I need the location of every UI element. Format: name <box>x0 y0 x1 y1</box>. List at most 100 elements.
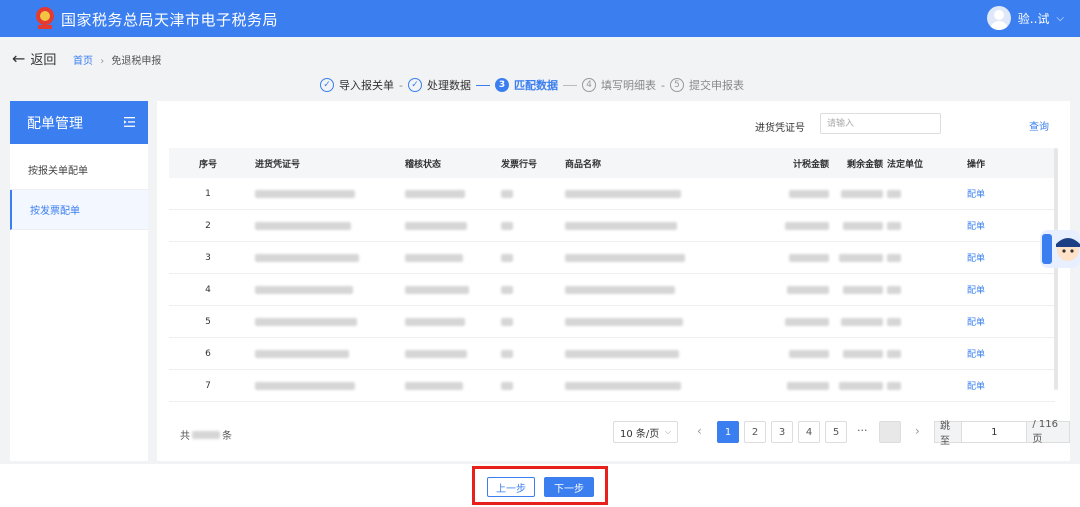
row-invoice-line <box>501 381 565 390</box>
page-1-button[interactable]: 1 <box>717 421 739 443</box>
breadcrumb-home[interactable]: 首页 <box>73 56 93 67</box>
menu-collapse-icon[interactable] <box>124 117 135 127</box>
voucher-search-input[interactable] <box>820 113 941 134</box>
page-5-button[interactable]: 5 <box>825 421 847 443</box>
table-header: 序号 进货凭证号 稽核状态 发票行号 商品名称 计税金额 剩余金额 法定单位 操… <box>169 148 1055 178</box>
row-status <box>405 189 501 198</box>
row-tax-amount <box>751 253 837 262</box>
jump-page-input[interactable] <box>962 421 1027 443</box>
blurred-value <box>565 189 681 198</box>
table-body: 1 配单 2 配单 3 配单 4 配单 5 配单 6 配单 7 配单 <box>169 178 1055 402</box>
matching-table: 序号 进货凭证号 稽核状态 发票行号 商品名称 计税金额 剩余金额 法定单位 操… <box>169 148 1055 402</box>
page-2-button[interactable]: 2 <box>744 421 766 443</box>
row-unit <box>887 285 967 294</box>
column-header: 进货凭证号 <box>255 159 301 170</box>
blurred-value <box>887 221 901 230</box>
blurred-value <box>255 381 355 390</box>
back-label: 返回 <box>30 53 57 68</box>
ellipsis[interactable]: ··· <box>857 424 868 437</box>
step-number: 4 <box>581 78 596 92</box>
sidebar-item-by-declaration[interactable]: 按报关单配单 <box>10 150 148 190</box>
blurred-value <box>887 349 901 358</box>
row-tax-amount <box>751 285 837 294</box>
prev-page-icon[interactable]: ‹ <box>697 424 702 438</box>
blurred-value <box>843 285 883 294</box>
blurred-value <box>887 317 901 326</box>
row-status <box>405 317 501 326</box>
row-voucher <box>247 317 405 326</box>
blurred-value <box>501 221 513 230</box>
column-header: 法定单位 <box>887 159 924 170</box>
row-seq: 4 <box>205 284 211 295</box>
check-icon: ✓ <box>407 78 422 92</box>
query-button[interactable]: 查询 <box>1029 118 1049 133</box>
main-panel: 进货凭证号 查询 序号 进货凭证号 稽核状态 发票行号 商品名称 计税金额 剩余… <box>157 101 1070 461</box>
blurred-value <box>405 285 469 294</box>
row-unit <box>887 381 967 390</box>
row-tax-amount <box>751 381 837 390</box>
row-action[interactable]: 配单 <box>967 187 1039 200</box>
step-4: 4 填写明细表 <box>581 77 656 93</box>
blurred-value <box>789 253 829 262</box>
check-icon: ✓ <box>320 78 334 92</box>
page-last-button[interactable] <box>879 421 901 443</box>
blurred-count <box>192 430 220 439</box>
row-invoice-line <box>501 221 565 230</box>
step-separator: - <box>660 78 665 92</box>
row-action[interactable]: 配单 <box>967 379 1039 392</box>
row-action[interactable]: 配单 <box>967 219 1039 232</box>
row-unit <box>887 189 967 198</box>
jump-label: 跳至 <box>934 421 963 447</box>
total-pages: / 116 页 <box>1026 419 1070 445</box>
total-suffix: 条 <box>222 431 232 442</box>
blurred-value <box>887 285 901 294</box>
table-row: 1 配单 <box>169 178 1055 210</box>
row-invoice-line <box>501 317 565 326</box>
row-goods-name <box>565 189 751 198</box>
sidebar-item-by-invoice[interactable]: 按发票配单 <box>10 190 148 230</box>
assistant-mascot-icon[interactable] <box>1040 228 1080 270</box>
column-header: 操作 <box>967 159 986 170</box>
row-action[interactable]: 配单 <box>967 347 1039 360</box>
sidebar-item-label: 按发票配单 <box>30 206 80 217</box>
back-button[interactable]: ← 返回 <box>12 49 56 68</box>
tax-emblem-icon <box>36 7 54 29</box>
blurred-value <box>887 253 901 262</box>
row-action[interactable]: 配单 <box>967 283 1039 296</box>
breadcrumb: 首页 › 免退税申报 <box>73 52 161 67</box>
user-menu[interactable]: 验..试 ⌵ <box>986 6 1064 30</box>
row-action[interactable]: 配单 <box>967 251 1039 264</box>
arrow-left-icon: ← <box>12 49 26 68</box>
page-4-button[interactable]: 4 <box>798 421 820 443</box>
step-label: 填写明细表 <box>600 79 656 92</box>
row-action[interactable]: 配单 <box>967 315 1039 328</box>
previous-step-button[interactable]: 上一步 <box>487 477 535 497</box>
next-step-button[interactable]: 下一步 <box>544 477 594 497</box>
row-invoice-line <box>501 285 565 294</box>
blurred-value <box>787 285 829 294</box>
row-unit <box>887 349 967 358</box>
blurred-value <box>565 349 679 358</box>
column-header: 稽核状态 <box>405 159 442 170</box>
step-separator: - <box>399 78 403 92</box>
row-unit <box>887 253 967 262</box>
table-row: 5 配单 <box>169 306 1055 338</box>
row-remaining-amount <box>837 189 887 198</box>
row-seq: 5 <box>205 316 211 327</box>
blurred-value <box>501 349 513 358</box>
page-jump: 跳至 / 116 页 <box>934 419 1070 447</box>
row-unit <box>887 317 967 326</box>
row-goods-name <box>565 317 751 326</box>
next-page-icon[interactable]: › <box>915 424 920 438</box>
row-voucher <box>247 285 405 294</box>
row-remaining-amount <box>837 317 887 326</box>
blurred-value <box>405 317 465 326</box>
row-remaining-amount <box>837 221 887 230</box>
row-unit <box>887 221 967 230</box>
blurred-value <box>565 381 681 390</box>
row-status <box>405 381 501 390</box>
column-header: 发票行号 <box>501 159 538 170</box>
page-3-button[interactable]: 3 <box>771 421 793 443</box>
page-size-select[interactable]: 10 条/页 ⌵ <box>613 421 678 443</box>
chevron-down-icon: ⌵ <box>1056 12 1064 24</box>
